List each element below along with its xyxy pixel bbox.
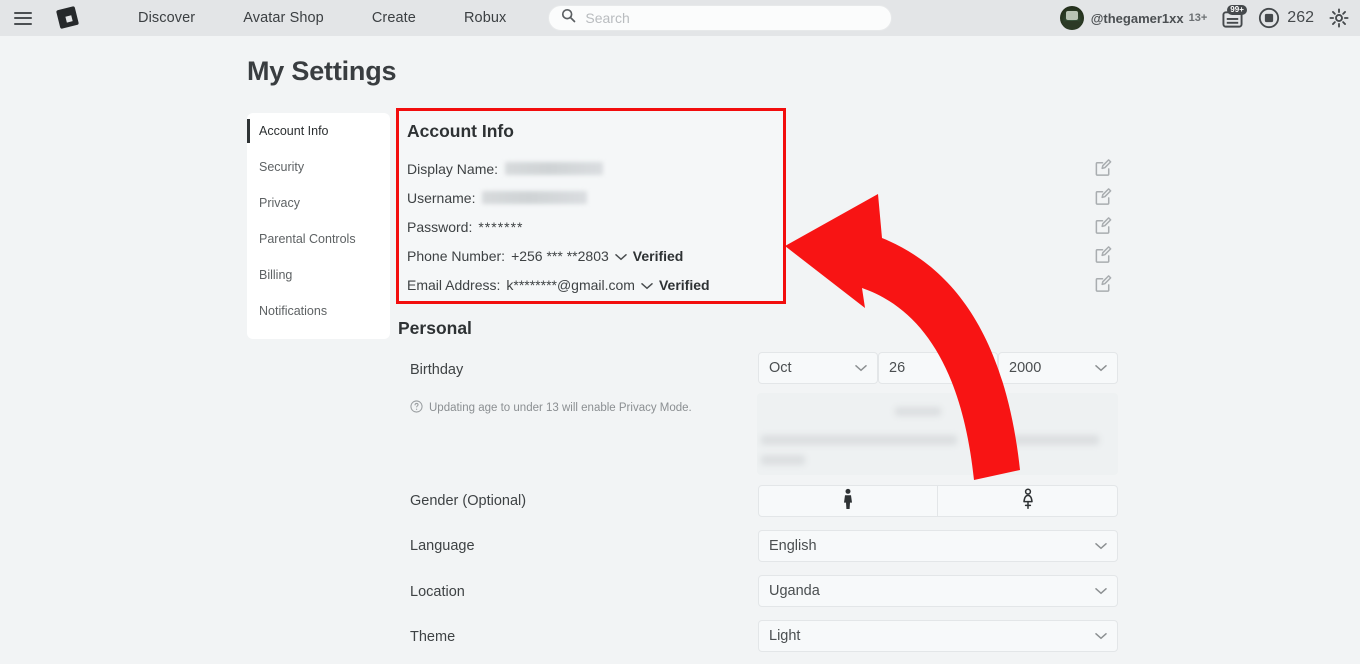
language-value: English (769, 538, 817, 554)
chevron-down-icon (1095, 538, 1107, 554)
sidebar-item-label: Security (259, 160, 305, 174)
edit-username-button[interactable] (1094, 182, 1113, 211)
account-row-display-name: Display Name: (407, 154, 783, 183)
gender-label: Gender (Optional) (410, 493, 527, 509)
male-figure-icon (840, 488, 856, 515)
top-navigation-bar: Discover Avatar Shop Create Robux @thega… (0, 0, 1360, 36)
location-label: Location (410, 584, 465, 600)
display-name-label: Display Name: (407, 160, 499, 177)
sidebar-item-label: Privacy (259, 196, 300, 210)
email-address-label: Email Address: (407, 276, 501, 293)
nav-link-avatar-shop[interactable]: Avatar Shop (219, 10, 348, 26)
robux-icon[interactable] (1258, 7, 1280, 29)
nav-link-robux[interactable]: Robux (440, 10, 530, 26)
search-icon (561, 8, 576, 28)
gender-option-male-button[interactable] (758, 485, 938, 517)
sidebar-item-label: Parental Controls (259, 232, 356, 246)
location-select[interactable]: Uganda (758, 575, 1118, 607)
question-mark-icon (410, 400, 423, 416)
search-input[interactable] (585, 10, 880, 26)
sidebar-item-parental-controls[interactable]: Parental Controls (247, 221, 390, 257)
sidebar-item-account-info[interactable]: Account Info (247, 113, 390, 149)
hamburger-menu-icon[interactable] (14, 11, 32, 25)
chevron-down-icon[interactable] (641, 277, 653, 293)
birthday-day-select[interactable]: 26 (878, 352, 998, 384)
app-root: Discover Avatar Shop Create Robux @thega… (0, 0, 1360, 664)
username-value-redacted (482, 191, 588, 204)
phone-number-label: Phone Number: (407, 247, 506, 264)
theme-label-row: Theme (410, 629, 455, 645)
theme-value: Light (769, 628, 801, 644)
birthday-month-value: Oct (769, 360, 792, 376)
password-label: Password: (407, 218, 473, 235)
email-address-value: k********@gmail.com (506, 276, 635, 293)
female-figure-icon (1020, 487, 1036, 515)
account-info-title: Account Info (407, 121, 514, 141)
username-label: Username: (407, 189, 476, 206)
language-select[interactable]: English (758, 530, 1118, 562)
language-label-row: Language (410, 538, 475, 554)
chevron-down-icon (1095, 628, 1107, 644)
chevron-down-icon (855, 360, 867, 376)
gender-label-row: Gender (Optional) (410, 493, 526, 509)
account-row-phone-number: Phone Number: +256 *** **2803 Verified (407, 241, 783, 270)
sidebar-item-label: Account Info (259, 124, 329, 138)
email-verified-badge: Verified (658, 276, 710, 293)
birthday-label-row: Birthday (410, 362, 463, 378)
phone-number-value: +256 *** **2803 (511, 247, 609, 264)
chevron-down-icon (1095, 360, 1107, 376)
edit-email-address-button[interactable] (1094, 269, 1113, 298)
sidebar-item-label: Billing (259, 268, 293, 282)
nav-link-create[interactable]: Create (348, 10, 440, 26)
nav-links: Discover Avatar Shop Create Robux (114, 10, 530, 26)
language-label: Language (410, 538, 475, 554)
edit-password-button[interactable] (1094, 211, 1113, 240)
privacy-mode-hint-text: Updating age to under 13 will enable Pri… (429, 402, 692, 414)
notifications-icon[interactable]: 99+ (1221, 4, 1247, 29)
settings-sidebar: Account Info Security Privacy Parental C… (247, 113, 390, 339)
gear-icon[interactable] (1328, 7, 1350, 29)
sidebar-item-security[interactable]: Security (247, 149, 390, 185)
sidebar-item-privacy[interactable]: Privacy (247, 185, 390, 221)
location-value: Uganda (769, 583, 820, 599)
chevron-down-icon (1095, 583, 1107, 599)
avatar[interactable] (1059, 6, 1084, 30)
search-box[interactable] (548, 5, 893, 31)
birthday-day-value: 26 (889, 360, 906, 376)
account-row-username: Username: (407, 183, 783, 212)
edit-buttons-column (1094, 153, 1113, 298)
account-row-email-address: Email Address: k********@gmail.com Verif… (407, 270, 783, 299)
age-badge: 13+ (1188, 12, 1208, 24)
edit-phone-number-button[interactable] (1094, 240, 1113, 269)
top-nav-right-cluster: @thegamer1xx 13+ 99+ 262 (1059, 4, 1360, 30)
page-title: My Settings (247, 56, 397, 86)
display-name-value-redacted (505, 162, 604, 175)
account-row-password: Password: ******* (407, 212, 783, 241)
edit-display-name-button[interactable] (1094, 153, 1113, 182)
location-label-row: Location (410, 584, 465, 600)
gender-option-female-button[interactable] (938, 485, 1118, 517)
personal-section-title: Personal (398, 318, 472, 338)
privacy-mode-hint: Updating age to under 13 will enable Pri… (404, 400, 692, 416)
account-info-section: Account Info Display Name: Username: Pas… (396, 108, 786, 304)
chevron-down-icon (975, 360, 987, 376)
chevron-down-icon[interactable] (615, 248, 627, 264)
sidebar-item-billing[interactable]: Billing (247, 257, 390, 293)
robux-amount: 262 (1287, 9, 1314, 26)
roblox-logo-icon[interactable] (55, 5, 80, 30)
theme-label: Theme (410, 629, 456, 645)
notification-badge-count: 99+ (1227, 4, 1247, 15)
sidebar-item-notifications[interactable]: Notifications (247, 293, 390, 329)
birthday-month-select[interactable]: Oct (758, 352, 878, 384)
password-value: ******* (478, 218, 524, 235)
faded-info-panel (757, 393, 1118, 475)
sidebar-item-label: Notifications (259, 304, 328, 318)
birthday-year-value: 2000 (1009, 360, 1042, 376)
user-handle[interactable]: @thegamer1xx (1091, 11, 1184, 26)
birthday-year-select[interactable]: 2000 (998, 352, 1118, 384)
nav-link-discover[interactable]: Discover (114, 10, 219, 26)
phone-verified-badge: Verified (632, 247, 684, 264)
theme-select[interactable]: Light (758, 620, 1118, 652)
birthday-label: Birthday (410, 362, 464, 378)
